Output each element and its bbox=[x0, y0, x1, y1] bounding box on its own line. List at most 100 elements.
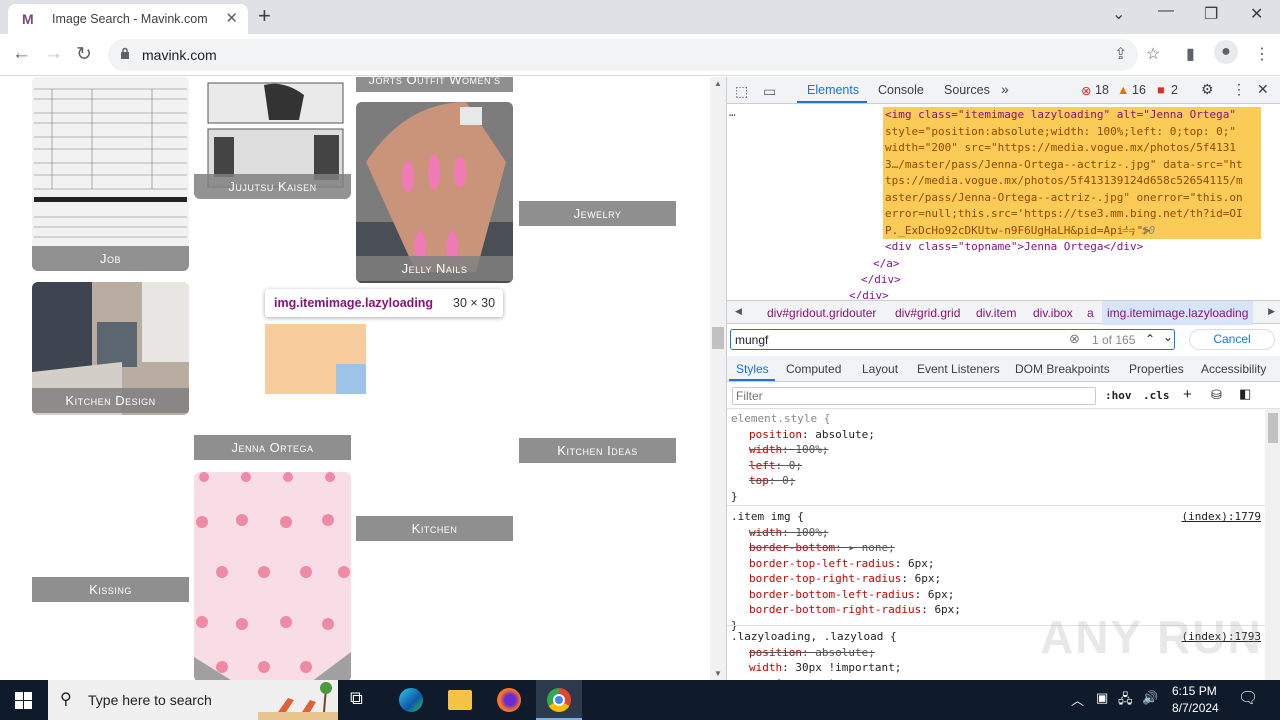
reload-button[interactable]: ↻ bbox=[76, 43, 92, 66]
subtab-styles[interactable]: Styles bbox=[736, 362, 769, 376]
breadcrumb-scroll-right-icon[interactable]: ▶ bbox=[1268, 306, 1275, 317]
tile-label-jewelry[interactable]: Jewelry bbox=[519, 201, 676, 226]
dom-line[interactable]: </a> bbox=[873, 256, 900, 273]
firefox-icon[interactable] bbox=[497, 688, 521, 712]
volume-icon[interactable]: 🔊 bbox=[1142, 690, 1158, 706]
show-hidden-icons-chevron[interactable]: ︿ bbox=[1071, 690, 1084, 709]
styles-filter-input[interactable] bbox=[732, 387, 1096, 405]
style-property[interactable]: border-bottom-left-radius: 6px; bbox=[749, 587, 954, 603]
image-tile-strawberry-pattern[interactable] bbox=[194, 472, 351, 680]
warning-icon[interactable]: ▲ bbox=[1117, 83, 1129, 97]
tile-label-kitchen-ideas[interactable]: Kitchen Ideas bbox=[519, 438, 676, 463]
hov-toggle[interactable]: :hov bbox=[1105, 389, 1132, 402]
image-tile-job[interactable]: Job bbox=[32, 77, 189, 271]
close-window-button[interactable]: ✕ bbox=[1250, 4, 1263, 24]
style-property[interactable]: border-bottom-right-radius: 6px; bbox=[749, 602, 961, 618]
rule-source-link[interactable]: (index):1779 bbox=[1182, 509, 1261, 525]
breadcrumb-item[interactable]: a bbox=[1087, 306, 1094, 320]
tile-label-kitchen[interactable]: Kitchen bbox=[356, 516, 513, 541]
subtab-accessibility[interactable]: Accessibility bbox=[1201, 362, 1266, 376]
camera-tray-icon[interactable]: ▣ bbox=[1096, 690, 1108, 706]
image-tile-kitchen-design[interactable]: Kitchen Design bbox=[32, 282, 189, 415]
task-view-icon[interactable]: ⧉ bbox=[350, 688, 374, 712]
rule-selector[interactable]: element.style { bbox=[731, 411, 830, 427]
style-property[interactable]: border-top-left-radius: 6px; bbox=[749, 556, 934, 572]
style-property[interactable]: position: absolute; bbox=[749, 427, 875, 443]
browser-tab[interactable]: M Image Search - Mavink.com ✕ bbox=[8, 4, 248, 34]
new-tab-button[interactable]: + bbox=[258, 4, 271, 28]
bookmark-star-icon[interactable]: ☆ bbox=[1146, 44, 1160, 64]
dom-line[interactable]: error=null;this.src='https://tse3.mm.bin… bbox=[885, 206, 1243, 223]
tile-label-kissing[interactable]: Kissing bbox=[32, 577, 189, 602]
edge-browser-icon[interactable] bbox=[399, 688, 423, 712]
style-property-overridden[interactable]: left: 0; bbox=[749, 458, 802, 474]
breadcrumb-item-selected[interactable]: img.itemimage.lazyloading bbox=[1102, 301, 1254, 325]
clock-date[interactable]: 8/7/2024 bbox=[1172, 701, 1219, 715]
dom-ellipsis[interactable]: … bbox=[729, 106, 736, 119]
style-property[interactable]: border-top-right-radius: 6px; bbox=[749, 571, 941, 587]
share-icon[interactable]: ⇪ bbox=[1114, 44, 1127, 64]
subtab-event-listeners[interactable]: Event Listeners bbox=[917, 362, 1000, 376]
error-icon[interactable]: ⊗ bbox=[1081, 83, 1091, 98]
rule-selector[interactable]: .lazyloading, .lazyload { bbox=[731, 629, 897, 645]
breadcrumb-item[interactable]: div#gridout.gridouter bbox=[767, 306, 876, 320]
styles-scrollbar[interactable] bbox=[1265, 409, 1280, 680]
tab-search-chevron-icon[interactable]: ⌄ bbox=[1112, 4, 1125, 24]
dom-line[interactable]: aster/pass/Jenna-Ortega--actriz-.jpg" on… bbox=[885, 190, 1243, 207]
dom-line[interactable]: 3…/master/pass/Jenna-Ortega--actriz-.jpg… bbox=[885, 157, 1243, 174]
scroll-down-arrow-icon[interactable]: ▼ bbox=[714, 669, 722, 678]
subtab-properties[interactable]: Properties bbox=[1129, 362, 1184, 376]
close-tab-icon[interactable]: ✕ bbox=[225, 9, 238, 27]
restore-button[interactable]: ❐ bbox=[1204, 4, 1218, 24]
style-property-overridden[interactable]: top: 0; bbox=[749, 473, 795, 489]
breadcrumb-scroll-left-icon[interactable]: ◀ bbox=[735, 306, 742, 317]
tab-console[interactable]: Console bbox=[878, 83, 924, 97]
cls-toggle[interactable]: .cls bbox=[1143, 389, 1170, 402]
dom-line[interactable]: </div> bbox=[861, 272, 901, 289]
dom-line[interactable]: <img class="itemimage lazyloading" alt="… bbox=[885, 107, 1236, 124]
back-button[interactable]: ← bbox=[12, 43, 31, 65]
network-icon[interactable]: 🖧 bbox=[1118, 690, 1133, 712]
subtab-computed[interactable]: Computed bbox=[786, 362, 841, 376]
issues-icon[interactable]: ■ bbox=[1157, 83, 1165, 97]
issues-count[interactable]: 2 bbox=[1171, 83, 1178, 97]
style-property-overridden[interactable]: width: 100%; bbox=[749, 442, 829, 458]
clock-time[interactable]: 6:15 PM bbox=[1172, 684, 1217, 698]
dom-line[interactable]: P._ExDcHo92cDKUtw-n9F6UgHaLH&pid=Api';"> bbox=[885, 223, 1150, 240]
tab-elements[interactable]: Elements bbox=[807, 83, 859, 97]
tab-sources[interactable]: Sources bbox=[944, 83, 990, 97]
devtools-menu-icon[interactable]: ⋮ bbox=[1232, 81, 1246, 98]
windows-start-icon[interactable] bbox=[15, 692, 32, 709]
more-tabs-icon[interactable]: » bbox=[1001, 81, 1009, 97]
style-property[interactable]: width: 30px !important; bbox=[749, 660, 901, 676]
styles-scrollbar-thumb[interactable] bbox=[1268, 413, 1278, 443]
settings-gear-icon[interactable]: ⚙ bbox=[1201, 81, 1214, 98]
dom-line[interactable]: <div class="topname">Jenna Ortega</div> bbox=[885, 239, 1143, 256]
close-devtools-icon[interactable]: ✕ bbox=[1257, 81, 1269, 98]
new-style-rule-icon[interactable]: + bbox=[1183, 386, 1192, 403]
minimize-button[interactable]: — bbox=[1158, 2, 1174, 20]
menu-kebab-icon[interactable]: ⋮ bbox=[1254, 44, 1270, 64]
scroll-up-arrow-icon[interactable]: ▲ bbox=[714, 79, 722, 88]
dom-line[interactable]: </div> bbox=[849, 288, 889, 299]
style-property-overridden[interactable]: border-bottom: ▸ none; bbox=[749, 540, 895, 556]
breadcrumb-item[interactable]: div.ibox bbox=[1033, 306, 1073, 320]
image-tile-jelly-nails[interactable]: Jelly Nails bbox=[356, 102, 513, 283]
previous-match-icon[interactable]: ⌃ bbox=[1145, 332, 1155, 346]
page-scrollbar[interactable]: ▲ ▼ bbox=[710, 77, 726, 680]
image-tile-jujutsu-kaisen[interactable]: Jujutsu Kaisen bbox=[194, 77, 351, 199]
elements-tree[interactable]: … <img class="itemimage lazyloading" alt… bbox=[727, 104, 1280, 299]
dom-line[interactable]: style="position:absolute;width: 100%;lef… bbox=[885, 124, 1236, 141]
next-match-icon[interactable]: ⌄ bbox=[1163, 330, 1173, 344]
notification-center-icon[interactable]: 🗨 bbox=[1238, 688, 1258, 708]
style-property-overridden[interactable]: width: 100%; bbox=[749, 525, 829, 541]
cancel-search-button[interactable]: Cancel bbox=[1189, 329, 1275, 350]
style-property-overridden[interactable]: position: absolute; bbox=[749, 645, 875, 661]
error-count[interactable]: 18 bbox=[1095, 83, 1109, 97]
dom-line[interactable]: width="200" src="https://media.vogue.mx/… bbox=[885, 140, 1236, 157]
paint-brush-icon[interactable]: ⛁ bbox=[1211, 387, 1222, 403]
dom-line[interactable]: tps://media.vogue.mx/photos/5f413139124d… bbox=[885, 173, 1243, 190]
forward-button[interactable]: → bbox=[44, 43, 63, 65]
find-input[interactable]: mungf ⊗ 1 of 165 ⌃ ⌄ bbox=[730, 329, 1175, 350]
chrome-taskbar-button[interactable] bbox=[536, 680, 582, 720]
